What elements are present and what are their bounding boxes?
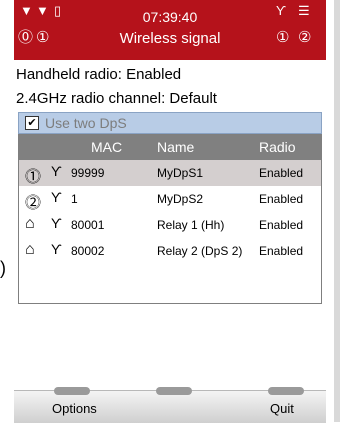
table-row[interactable]: ⌂ Ƴ 80002 Relay 2 (DpS 2) Enabled: [19, 238, 321, 264]
use-two-dps-label: Use two DpS: [45, 115, 127, 131]
table-row[interactable]: ⌂ Ƴ 80001 Relay 1 (Hh) Enabled: [19, 212, 321, 238]
row-mac: 99999: [71, 166, 105, 180]
softkey-right-indicator[interactable]: [268, 387, 304, 395]
relay-icon: ⌂: [25, 241, 35, 258]
row-name: Relay 1 (Hh): [157, 218, 225, 232]
antenna-icon: Ƴ: [51, 215, 62, 231]
row-mac: 80002: [71, 244, 105, 258]
antenna-icon: Ƴ: [51, 241, 62, 257]
handheld-radio-status: Handheld radio: Enabled: [16, 66, 182, 83]
row-radio: Enabled: [259, 218, 304, 232]
device-frame-edge: [334, 0, 340, 422]
dps-1-icon: ⓵: [25, 169, 42, 186]
use-two-dps-row[interactable]: ✔ Use two DpS: [18, 112, 322, 134]
device-screen: ) ▼ ▼ ▯ ⓪ ① Ƴ ☰ ① ② 07:39:40 Wireless si…: [0, 0, 340, 423]
row-radio: Enabled: [259, 166, 304, 180]
title-bar: ▼ ▼ ▯ ⓪ ① Ƴ ☰ ① ② 07:39:40 Wireless sign…: [14, 0, 326, 60]
softkey-center-indicator[interactable]: [156, 387, 192, 395]
options-button[interactable]: Options: [52, 401, 97, 416]
table-header: MAC Name Radio: [19, 135, 321, 160]
radio-channel-status: 2.4GHz radio channel: Default: [16, 90, 217, 107]
table-row[interactable]: ⓶ Ƴ 1 MyDpS2 Enabled: [19, 186, 321, 212]
row-radio: Enabled: [259, 192, 304, 206]
screen-title: Wireless signal: [119, 30, 221, 47]
antenna-icon: Ƴ: [51, 189, 62, 205]
row-radio: Enabled: [259, 244, 304, 258]
header-radio: Radio: [259, 139, 296, 155]
row-mac: 1: [71, 192, 78, 206]
header-name: Name: [157, 139, 195, 155]
device-table: MAC Name Radio ⓵ Ƴ 99999 MyDpS1 Enabled …: [18, 134, 322, 304]
dps-2-icon: ⓶: [25, 195, 42, 212]
table-row[interactable]: ⓵ Ƴ 99999 MyDpS1 Enabled: [19, 160, 321, 186]
relay-icon: ⌂: [25, 215, 35, 232]
row-name: MyDpS2: [157, 192, 204, 206]
row-name: Relay 2 (DpS 2): [157, 244, 243, 258]
quit-button[interactable]: Quit: [270, 401, 294, 416]
clock: 07:39:40: [142, 9, 198, 25]
antenna-icon: Ƴ: [51, 163, 62, 179]
row-mac: 80001: [71, 218, 105, 232]
use-two-dps-checkbox[interactable]: ✔: [25, 116, 39, 130]
softkey-bar: Options Quit: [14, 387, 326, 423]
header-mac: MAC: [91, 139, 123, 155]
row-name: MyDpS1: [157, 166, 204, 180]
softkey-left-indicator[interactable]: [54, 387, 90, 395]
frame-bracket-icon: ): [0, 258, 6, 278]
